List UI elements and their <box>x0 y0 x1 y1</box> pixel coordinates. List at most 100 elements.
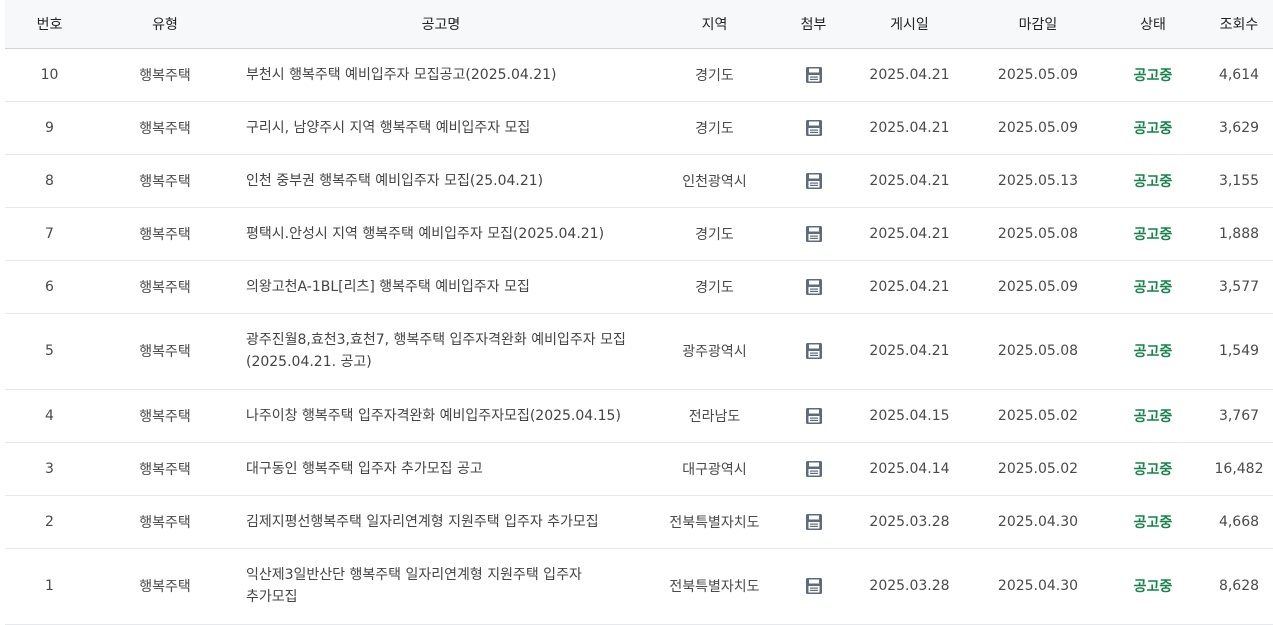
table-row[interactable]: 4 행복주택 나주이창 행복주택 입주자격완화 예비입주자모집(2025.04.15… <box>5 389 1273 442</box>
row-attachment[interactable] <box>783 260 844 313</box>
row-attachment[interactable] <box>783 207 844 260</box>
row-posted-date: 2025.03.28 <box>869 578 950 594</box>
title-link-line[interactable]: 추가모집 <box>246 589 298 605</box>
table-row[interactable]: 7 행복주택 평택시.안성시 지역 행복주택 예비입주자 모집(2025.04.21… <box>5 207 1273 260</box>
row-title[interactable]: 인천 중부권 행복주택 예비입주자 모집(25.04.21) <box>236 154 646 207</box>
row-attachment[interactable] <box>783 548 844 624</box>
status-badge: 공고중 <box>1133 279 1173 296</box>
row-views: 3,577 <box>1218 278 1260 295</box>
row-attachment[interactable] <box>783 313 844 389</box>
table-row[interactable]: 10 행복주택 부천시 행복주택 예비입주자 모집공고(2025.04.21) 경기도… <box>5 48 1273 101</box>
header-row: 번호 유형 공고명 지역 첨부 게시일 마감일 상태 조회수 <box>5 0 1273 48</box>
row-posted-date: 2025.04.21 <box>869 172 950 189</box>
table-row[interactable]: 6 행복주택 의왕고천A-1BL[리츠] 행복주택 예비입주자 모집 경기도 2025.… <box>5 260 1273 313</box>
row-type: 행복주택 <box>139 279 191 296</box>
title-link-line[interactable]: 나주이창 행복주택 입주자격완화 예비입주자모집(2025.04.15) <box>246 408 621 424</box>
row-number: 6 <box>45 278 54 295</box>
table-row[interactable]: 1 행복주택 익산제3일반산단 행복주택 일자리연계형 지원주택 입주자추가모집 전북… <box>5 548 1273 624</box>
column-header-title: 공고명 <box>421 16 461 33</box>
file-save-icon[interactable] <box>805 66 823 84</box>
file-save-icon[interactable] <box>805 513 823 531</box>
row-deadline: 2025.05.08 <box>997 225 1079 242</box>
row-number: 9 <box>45 119 54 136</box>
title-link-line[interactable]: 의왕고천A-1BL[리츠] 행복주택 예비입주자 모집 <box>246 279 530 295</box>
row-number: 3 <box>45 460 54 477</box>
table-row[interactable]: 8 행복주택 인천 중부권 행복주택 예비입주자 모집(25.04.21) 인천광역시… <box>5 154 1273 207</box>
row-title[interactable]: 광주진월8,효천3,효천7, 행복주택 입주자격완화 예비입주자 모집 (2025… <box>236 313 646 389</box>
row-region: 광주광역시 <box>682 344 747 360</box>
file-save-icon[interactable] <box>805 460 823 478</box>
title-link-line[interactable]: 대구동인 행복주택 입주자 추가모집 공고 <box>246 461 483 477</box>
row-deadline: 2025.04.30 <box>997 513 1079 530</box>
row-deadline: 2025.05.09 <box>997 119 1079 136</box>
row-posted-date: 2025.04.21 <box>869 225 950 242</box>
file-save-icon[interactable] <box>805 342 823 360</box>
title-link-line[interactable]: 익산제3일반산단 행복주택 일자리연계형 지원주택 입주자 <box>246 567 582 583</box>
row-views: 3,155 <box>1218 172 1260 189</box>
row-attachment[interactable] <box>783 442 844 495</box>
row-region: 인천광역시 <box>682 173 747 190</box>
row-number: 4 <box>45 407 54 424</box>
row-title[interactable]: 익산제3일반산단 행복주택 일자리연계형 지원주택 입주자추가모집 <box>236 548 646 624</box>
file-save-icon[interactable] <box>805 278 823 296</box>
row-title[interactable]: 나주이창 행복주택 입주자격완화 예비입주자모집(2025.04.15) <box>236 389 646 442</box>
row-views: 3,629 <box>1218 119 1260 136</box>
title-link-line[interactable]: 구리시, 남양주시 지역 행복주택 예비입주자 모집 <box>246 120 530 136</box>
row-number: 7 <box>45 225 54 242</box>
file-save-icon[interactable] <box>805 577 823 595</box>
file-save-icon[interactable] <box>805 225 823 243</box>
column-header-status: 상태 <box>1140 16 1166 33</box>
row-title[interactable]: 평택시.안성시 지역 행복주택 예비입주자 모집(2025.04.21) <box>236 207 646 260</box>
title-link-line[interactable]: 광주진월8,효천3,효천7, 행복주택 입주자격완화 예비입주자 모집 <box>246 332 626 348</box>
row-deadline: 2025.05.08 <box>997 343 1079 359</box>
row-views: 4,614 <box>1218 66 1260 83</box>
table-body: 10 행복주택 부천시 행복주택 예비입주자 모집공고(2025.04.21) 경기도… <box>5 48 1273 624</box>
row-number: 1 <box>45 578 54 594</box>
file-save-icon[interactable] <box>805 407 823 425</box>
title-link-line[interactable]: 평택시.안성시 지역 행복주택 예비입주자 모집(2025.04.21) <box>246 226 604 242</box>
row-attachment[interactable] <box>783 154 844 207</box>
row-type: 행복주택 <box>139 226 191 243</box>
row-region: 전라남도 <box>688 408 741 425</box>
row-attachment[interactable] <box>783 101 844 154</box>
row-region: 경기도 <box>695 120 734 137</box>
row-title[interactable]: 대구동인 행복주택 입주자 추가모집 공고 <box>236 442 646 495</box>
title-link-line[interactable]: (2025.04.21. 공고) <box>246 354 372 370</box>
table-row[interactable]: 5 행복주택 광주진월8,효천3,효천7, 행복주택 입주자격완화 예비입주자 모집… <box>5 313 1273 389</box>
table-row[interactable]: 2 행복주택 김제지평선행복주택 일자리연계형 지원주택 입주자 추가모집 전북특별자… <box>5 495 1273 548</box>
row-deadline: 2025.04.30 <box>997 578 1079 594</box>
row-number: 5 <box>45 343 54 359</box>
row-posted-date: 2025.04.21 <box>869 343 950 359</box>
table-header: 번호 유형 공고명 지역 첨부 게시일 마감일 상태 조회수 <box>5 0 1273 48</box>
table-row[interactable]: 9 행복주택 구리시, 남양주시 지역 행복주택 예비입주자 모집 경기도 2025.0… <box>5 101 1273 154</box>
row-attachment[interactable] <box>783 48 844 101</box>
table-row[interactable]: 3 행복주택 대구동인 행복주택 입주자 추가모집 공고 대구광역시 2025.04.1… <box>5 442 1273 495</box>
row-posted-date: 2025.04.21 <box>869 119 950 136</box>
row-title[interactable]: 구리시, 남양주시 지역 행복주택 예비입주자 모집 <box>236 101 646 154</box>
row-attachment[interactable] <box>783 389 844 442</box>
title-link-line[interactable]: 인천 중부권 행복주택 예비입주자 모집(25.04.21) <box>246 173 543 189</box>
row-region: 전북특별자치도 <box>669 514 760 531</box>
column-header-type: 유형 <box>152 16 178 33</box>
status-badge: 공고중 <box>1133 461 1173 478</box>
column-header-region: 지역 <box>701 16 728 33</box>
row-number: 2 <box>45 513 54 530</box>
status-badge: 공고중 <box>1133 120 1173 137</box>
status-badge: 공고중 <box>1133 173 1173 190</box>
row-posted-date: 2025.04.21 <box>869 278 950 295</box>
file-save-icon[interactable] <box>805 172 823 190</box>
row-deadline: 2025.05.09 <box>997 278 1079 295</box>
title-link-line[interactable]: 김제지평선행복주택 일자리연계형 지원주택 입주자 추가모집 <box>246 514 599 530</box>
row-region: 전북특별자치도 <box>669 579 760 595</box>
row-title[interactable]: 의왕고천A-1BL[리츠] 행복주택 예비입주자 모집 <box>236 260 646 313</box>
file-save-icon[interactable] <box>805 119 823 137</box>
row-title[interactable]: 김제지평선행복주택 일자리연계형 지원주택 입주자 추가모집 <box>236 495 646 548</box>
column-header-posted-date: 게시일 <box>890 16 929 33</box>
title-link-line[interactable]: 부천시 행복주택 예비입주자 모집공고(2025.04.21) <box>246 67 557 83</box>
row-attachment[interactable] <box>783 495 844 548</box>
row-type: 행복주택 <box>139 579 191 595</box>
row-views: 16,482 <box>1214 460 1264 477</box>
row-title[interactable]: 부천시 행복주택 예비입주자 모집공고(2025.04.21) <box>236 48 646 101</box>
row-number: 8 <box>45 172 54 189</box>
row-deadline: 2025.05.09 <box>997 66 1079 83</box>
